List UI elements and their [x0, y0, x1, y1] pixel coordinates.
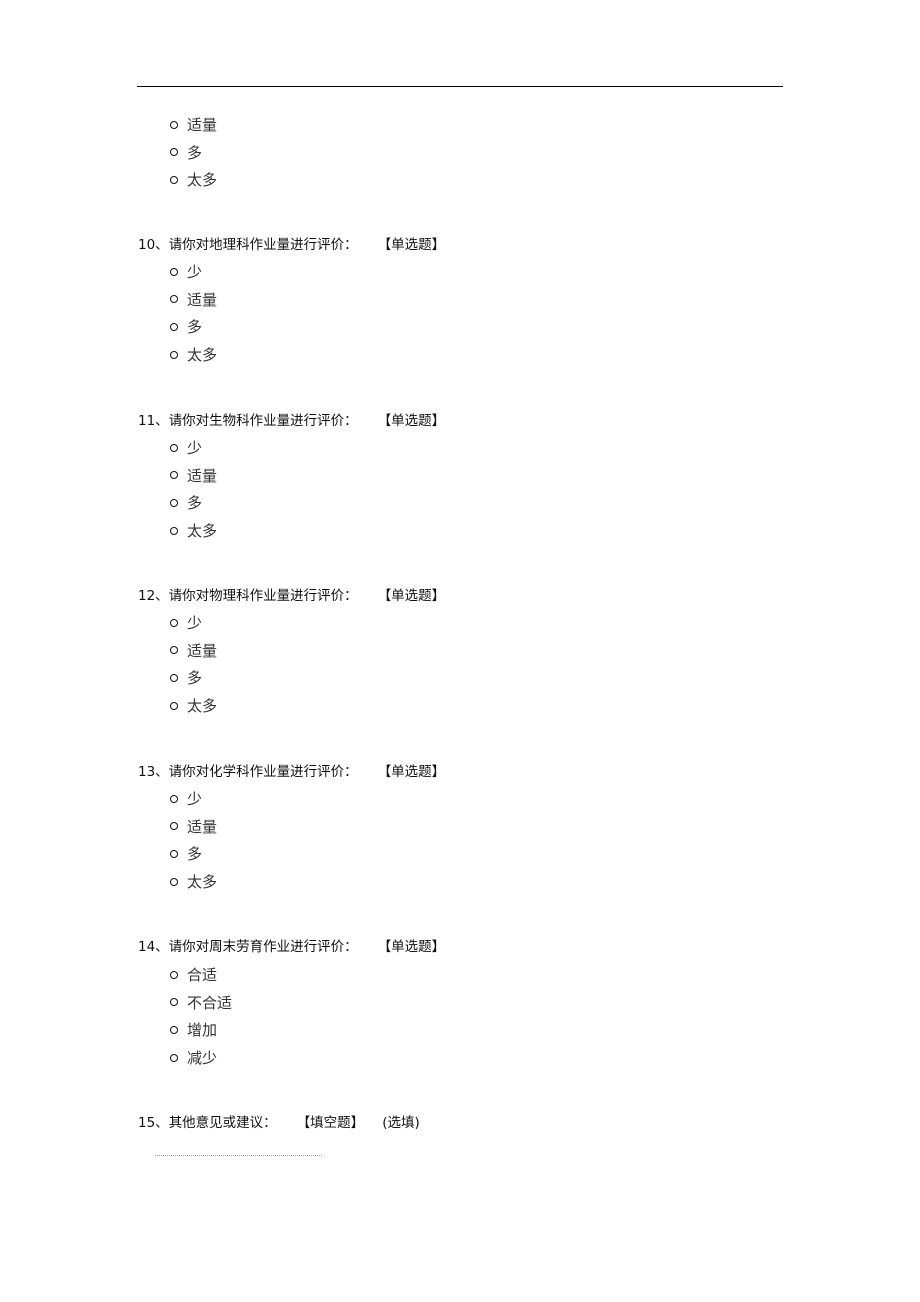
radio-circle-icon[interactable] [170, 148, 178, 157]
question-type-badge: 【单选题】 [377, 237, 446, 253]
question-11-title: 11、 请你对生物科作业量进行评价： 【单选题】 [138, 409, 445, 429]
question-12-title: 12、 请你对物理科作业量进行评价： 【单选题】 [138, 584, 445, 604]
radio-circle-icon[interactable] [170, 267, 178, 276]
radio-option[interactable]: 太多 [170, 166, 217, 194]
radio-circle-icon[interactable] [170, 998, 178, 1007]
q9-options: 适量 多 太多 [170, 111, 217, 194]
question-12-options: 少 适量 多 太多 [170, 609, 217, 719]
radio-option[interactable]: 多 [170, 840, 217, 868]
radio-option[interactable]: 太多 [170, 517, 217, 545]
question-type-badge: 【单选题】 [377, 764, 446, 780]
question-type-badge: 【单选题】 [377, 939, 446, 955]
question-14-title: 14、 请你对周末劳育作业进行评价： 【单选题】 [138, 935, 445, 955]
radio-option[interactable]: 不合适 [170, 989, 232, 1017]
radio-option[interactable]: 适量 [170, 286, 217, 314]
header-rule [137, 86, 783, 87]
question-10-options: 少 适量 多 太多 [170, 258, 217, 368]
radio-option[interactable]: 少 [170, 258, 217, 286]
radio-circle-icon[interactable] [170, 849, 178, 858]
radio-option[interactable]: 少 [170, 609, 217, 637]
radio-option[interactable]: 多 [170, 139, 217, 167]
radio-circle-icon[interactable] [170, 526, 178, 535]
radio-circle-icon[interactable] [170, 970, 178, 979]
radio-option[interactable]: 适量 [170, 111, 217, 139]
radio-option[interactable]: 适量 [170, 813, 217, 841]
radio-circle-icon[interactable] [170, 120, 178, 129]
question-type-badge: 【单选题】 [377, 588, 446, 604]
radio-circle-icon[interactable] [170, 673, 178, 682]
radio-option[interactable]: 太多 [170, 341, 217, 369]
radio-circle-icon[interactable] [170, 350, 178, 359]
radio-option[interactable]: 增加 [170, 1016, 232, 1044]
radio-circle-icon[interactable] [170, 822, 178, 831]
radio-circle-icon[interactable] [170, 471, 178, 480]
radio-option[interactable]: 减少 [170, 1044, 232, 1072]
radio-circle-icon[interactable] [170, 1025, 178, 1034]
question-13-title: 13、 请你对化学科作业量进行评价： 【单选题】 [138, 760, 445, 780]
radio-option[interactable]: 合适 [170, 961, 232, 989]
radio-circle-icon[interactable] [170, 175, 178, 184]
question-type-badge: 【单选题】 [377, 413, 446, 429]
radio-circle-icon[interactable] [170, 794, 178, 803]
radio-option[interactable]: 少 [170, 434, 217, 462]
radio-circle-icon[interactable] [170, 443, 178, 452]
radio-circle-icon[interactable] [170, 1053, 178, 1062]
question-15-title: 15、 其他意见或建议： 【填空题】 (选填) [138, 1111, 420, 1131]
radio-option[interactable]: 太多 [170, 692, 217, 720]
optional-label: (选填) [382, 1115, 420, 1131]
radio-circle-icon[interactable] [170, 701, 178, 710]
radio-option[interactable]: 多 [170, 313, 217, 341]
question-10-title: 10、 请你对地理科作业量进行评价： 【单选题】 [138, 233, 445, 253]
radio-circle-icon[interactable] [170, 618, 178, 627]
radio-option[interactable]: 适量 [170, 637, 217, 665]
question-13-options: 少 适量 多 太多 [170, 785, 217, 895]
answer-blank-line[interactable] [155, 1155, 322, 1156]
radio-circle-icon[interactable] [170, 646, 178, 655]
question-type-badge: 【填空题】 [296, 1115, 365, 1131]
question-14-options: 合适 不合适 增加 减少 [170, 961, 232, 1071]
radio-option[interactable]: 太多 [170, 868, 217, 896]
radio-option[interactable]: 适量 [170, 462, 217, 490]
radio-option[interactable]: 多 [170, 489, 217, 517]
radio-option[interactable]: 多 [170, 664, 217, 692]
question-11-options: 少 适量 多 太多 [170, 434, 217, 544]
radio-circle-icon[interactable] [170, 295, 178, 304]
radio-circle-icon[interactable] [170, 498, 178, 507]
radio-circle-icon[interactable] [170, 877, 178, 886]
radio-option[interactable]: 少 [170, 785, 217, 813]
radio-circle-icon[interactable] [170, 322, 178, 331]
